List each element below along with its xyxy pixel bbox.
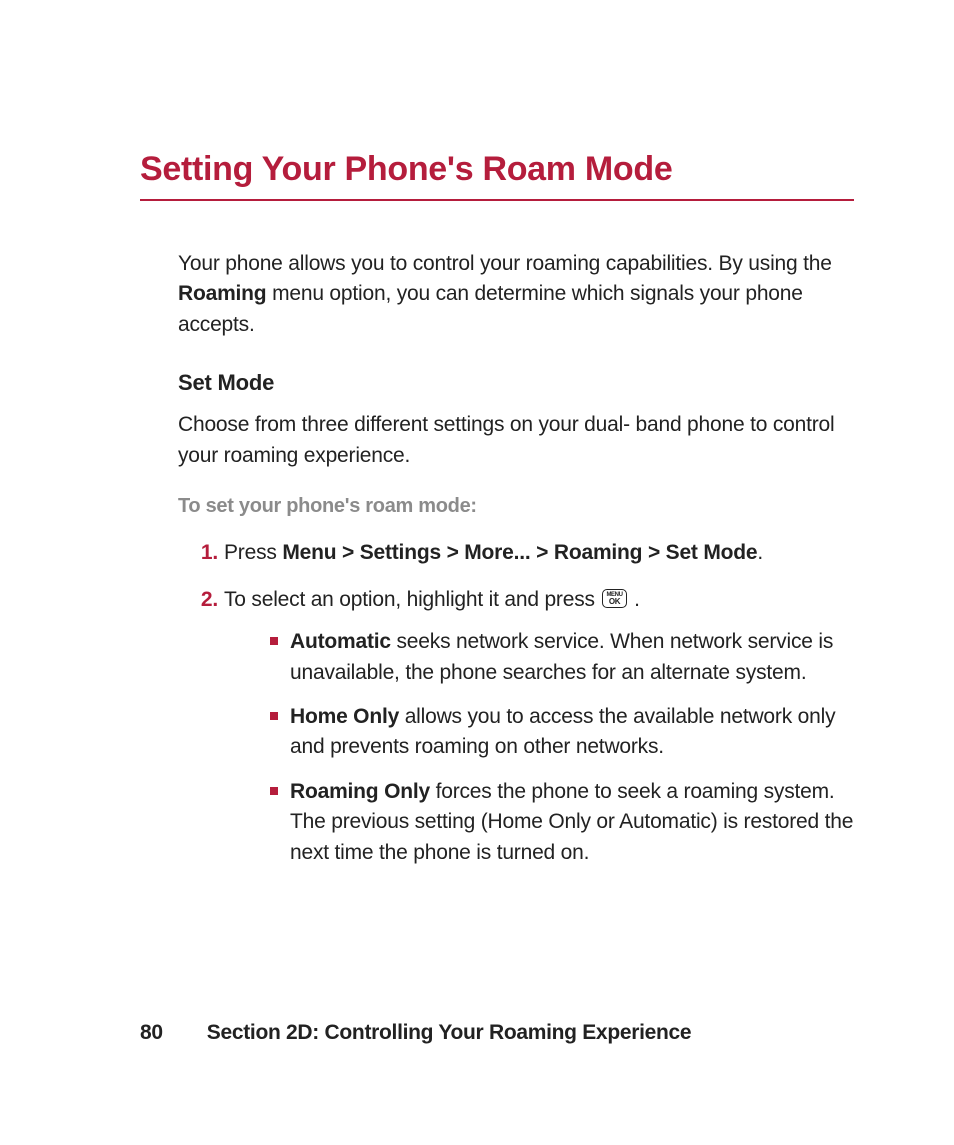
step-1: Press Menu > Settings > More... > Roamin… <box>178 538 854 568</box>
page-number: 80 <box>140 1021 163 1045</box>
step-1-post: . <box>757 541 763 564</box>
step-2-pre: To select an option, highlight it and pr… <box>224 588 600 611</box>
option-roaming-only-label: Roaming Only <box>290 780 430 803</box>
option-automatic: Automatic seeks network service. When ne… <box>270 627 854 688</box>
intro-post: menu option, you can determine which sig… <box>178 282 803 335</box>
procedure-label: To set your phone's roam mode: <box>178 495 854 518</box>
page-title: Setting Your Phone's Roam Mode <box>140 150 854 201</box>
option-automatic-label: Automatic <box>290 630 391 653</box>
manual-page: Setting Your Phone's Roam Mode Your phon… <box>0 0 954 1145</box>
option-home-only-label: Home Only <box>290 705 399 728</box>
menu-ok-key-icon: MENUOK <box>602 589 626 608</box>
set-mode-heading: Set Mode <box>178 370 854 396</box>
step-2-post: . <box>629 588 640 611</box>
options-list: Automatic seeks network service. When ne… <box>224 627 854 868</box>
step-2: To select an option, highlight it and pr… <box>178 585 854 869</box>
section-label: Section 2D: Controlling Your Roaming Exp… <box>207 1021 692 1044</box>
set-mode-desc: Choose from three different settings on … <box>178 410 854 471</box>
option-home-only: Home Only allows you to access the avail… <box>270 702 854 763</box>
option-roaming-only: Roaming Only forces the phone to seek a … <box>270 777 854 868</box>
intro-paragraph: Your phone allows you to control your ro… <box>178 249 854 340</box>
intro-bold: Roaming <box>178 282 266 305</box>
steps-list: Press Menu > Settings > More... > Roamin… <box>178 538 854 868</box>
key-bot-label: OK <box>606 598 622 606</box>
intro-pre: Your phone allows you to control your ro… <box>178 252 832 275</box>
page-footer: 80 Section 2D: Controlling Your Roaming E… <box>140 1021 691 1045</box>
step-1-bold: Menu > Settings > More... > Roaming > Se… <box>282 541 757 564</box>
step-1-pre: Press <box>224 541 282 564</box>
